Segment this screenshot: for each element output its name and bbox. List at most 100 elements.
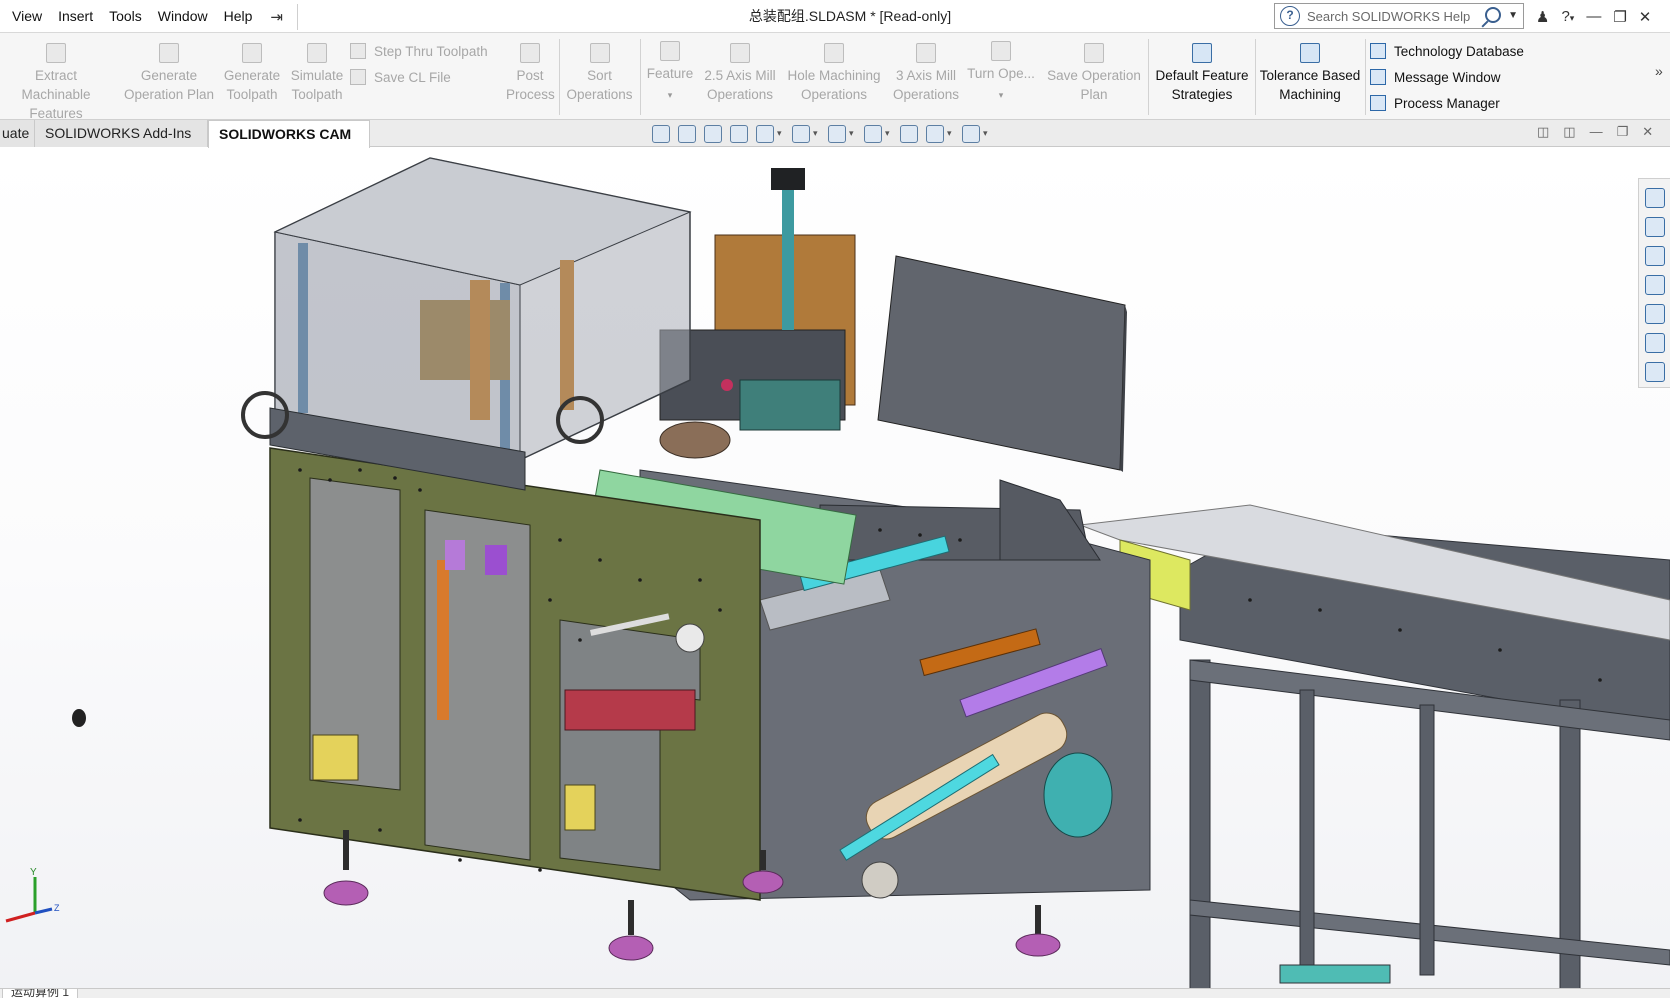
operation-plan-icon xyxy=(159,43,179,63)
menu-window[interactable]: Window xyxy=(150,0,216,33)
message-window-button[interactable]: Message Window xyxy=(1370,66,1501,88)
previous-view-icon[interactable] xyxy=(704,125,722,143)
save-cl-file-button[interactable]: Save CL File xyxy=(350,66,451,88)
ribbon-separator xyxy=(559,39,560,115)
search-dropdown-icon[interactable]: ▼ xyxy=(1508,10,1518,21)
turn-dropdown-icon[interactable]: ▾ xyxy=(966,89,1036,101)
axis-25-mill-icon xyxy=(730,43,750,63)
tolerance-based-machining-button[interactable]: Tolerance Based Machining xyxy=(1258,33,1362,120)
conveyor-frame xyxy=(1079,504,1670,988)
glass-enclosure xyxy=(241,157,692,491)
command-manager: Extract Machinable Features Generate Ope… xyxy=(0,33,1670,121)
extract-features-button[interactable]: Extract Machinable Features xyxy=(0,33,112,121)
post-process-button[interactable]: Post Process xyxy=(506,33,555,120)
tile-right-icon[interactable]: ◫ xyxy=(1563,124,1575,140)
home-icon[interactable] xyxy=(1644,188,1665,208)
step-thru-toolpath-button[interactable]: Step Thru Toolpath xyxy=(350,40,488,62)
display-style-icon[interactable] xyxy=(828,125,854,143)
design-library-icon[interactable] xyxy=(1644,217,1665,237)
menu-insert[interactable]: Insert xyxy=(50,0,101,33)
menu-bar: View Insert Tools Window Help ⇥ xyxy=(4,0,293,33)
close-icon[interactable]: ✕ xyxy=(1639,8,1652,26)
zoom-to-area-icon[interactable] xyxy=(678,125,696,143)
sort-label-line1: Sort xyxy=(587,68,612,83)
feature-dropdown-icon[interactable]: ▾ xyxy=(643,89,697,101)
extract-features-icon xyxy=(46,43,66,63)
triad-z-label: Z xyxy=(54,903,60,913)
sort-operations-button[interactable]: Sort Operations xyxy=(562,33,637,120)
generate-toolpath-button[interactable]: Generate Toolpath xyxy=(220,33,284,120)
sort-label-line2: Operations xyxy=(566,87,633,102)
custom-properties-icon[interactable] xyxy=(1644,333,1665,353)
dynamic-annotation-icon[interactable] xyxy=(756,125,782,143)
gen-plan-label-line1: Generate xyxy=(140,68,198,83)
file-explorer-icon[interactable] xyxy=(1644,246,1665,266)
apply-scene-icon[interactable] xyxy=(926,125,952,143)
tab-solidworks-addins[interactable]: SOLIDWORKS Add-Ins xyxy=(35,120,208,147)
help-icon[interactable]: ?▾ xyxy=(1561,8,1574,25)
feature-icon xyxy=(660,41,680,61)
generate-operation-plan-button[interactable]: Generate Operation Plan xyxy=(120,33,218,120)
pin-menu-icon[interactable]: ⇥ xyxy=(260,8,293,26)
message-window-icon xyxy=(1370,69,1386,85)
reference-triad: Y Z xyxy=(5,867,60,923)
save-operation-plan-button[interactable]: Save Operation Plan xyxy=(1044,33,1144,120)
zoom-to-fit-icon[interactable] xyxy=(652,125,670,143)
tile-left-icon[interactable]: ◫ xyxy=(1537,124,1549,140)
process-manager-button[interactable]: Process Manager xyxy=(1370,92,1500,114)
turn-operations-button[interactable]: Turn Ope... ▾ xyxy=(966,33,1036,120)
default-feature-strategies-button[interactable]: Default Feature Strategies xyxy=(1152,33,1252,120)
view-settings-icon[interactable] xyxy=(962,125,988,143)
ribbon-overflow-icon[interactable]: » xyxy=(1655,63,1663,79)
minimize-icon[interactable]: — xyxy=(1586,8,1601,25)
document-window-controls: ◫ ◫ — ❐ ✕ xyxy=(1537,124,1667,140)
hole-label-line2: Operations xyxy=(800,87,868,102)
database-icon xyxy=(1370,43,1386,59)
title-bar-controls: ♟ ?▾ — ❐ ✕ xyxy=(1530,0,1657,33)
task-pane-tabs xyxy=(1638,178,1670,388)
assembly-model[interactable] xyxy=(0,148,1670,988)
axis-25-mill-operations-button[interactable]: 2.5 Axis Mill Operations xyxy=(700,33,780,120)
edit-appearance-icon[interactable] xyxy=(900,125,918,143)
turn-operations-icon xyxy=(991,41,1011,61)
help-search-input[interactable] xyxy=(1307,8,1482,24)
ribbon-separator xyxy=(640,39,641,115)
tab-motion-study[interactable]: 运动算例 1 xyxy=(2,989,79,998)
menu-tools[interactable]: Tools xyxy=(101,0,150,33)
doc-close-icon[interactable]: ✕ xyxy=(1642,124,1653,140)
view-palette-icon[interactable] xyxy=(1644,275,1665,295)
graphics-area[interactable]: Y Z xyxy=(0,148,1670,988)
gen-toolpath-label-line2: Toolpath xyxy=(226,87,278,102)
tolerance-icon xyxy=(1300,43,1320,63)
doc-minimize-icon[interactable]: — xyxy=(1590,124,1603,140)
tab-evaluate[interactable]: uate xyxy=(0,120,35,147)
help-search-box[interactable]: ? ▼ xyxy=(1274,3,1524,29)
tab-solidworks-cam[interactable]: SOLIDWORKS CAM xyxy=(208,120,370,148)
msg-window-label: Message Window xyxy=(1394,69,1501,85)
menu-view[interactable]: View xyxy=(4,0,50,33)
appearances-icon[interactable] xyxy=(1644,304,1665,324)
hole-machining-operations-button[interactable]: Hole Machining Operations xyxy=(782,33,886,120)
view-orientation-icon[interactable] xyxy=(792,125,818,143)
menu-help[interactable]: Help xyxy=(216,0,261,33)
sort-icon xyxy=(589,43,610,63)
forum-icon[interactable] xyxy=(1644,362,1665,382)
doc-restore-icon[interactable]: ❐ xyxy=(1617,124,1629,140)
feature-button[interactable]: Feature ▾ xyxy=(643,33,697,120)
axis25-label-line2: Operations xyxy=(706,87,774,102)
triad-y-label: Y xyxy=(30,867,37,878)
save-cl-label: Save CL File xyxy=(374,69,451,85)
user-icon[interactable]: ♟ xyxy=(1536,8,1549,26)
restore-icon[interactable]: ❐ xyxy=(1613,8,1626,26)
strategies-icon xyxy=(1192,43,1212,63)
section-view-icon[interactable] xyxy=(730,125,748,143)
axis3-label-line2: Operations xyxy=(892,87,960,102)
technology-database-button[interactable]: Technology Database xyxy=(1370,40,1524,62)
simulate-toolpath-button[interactable]: Simulate Toolpath xyxy=(286,33,348,120)
process-manager-icon xyxy=(1370,95,1386,111)
feature-label: Feature xyxy=(646,66,694,81)
hide-show-items-icon[interactable] xyxy=(864,125,890,143)
axis-3-mill-operations-button[interactable]: 3 Axis Mill Operations xyxy=(888,33,964,120)
search-icon[interactable] xyxy=(1485,7,1501,23)
save-cl-icon xyxy=(350,69,366,85)
